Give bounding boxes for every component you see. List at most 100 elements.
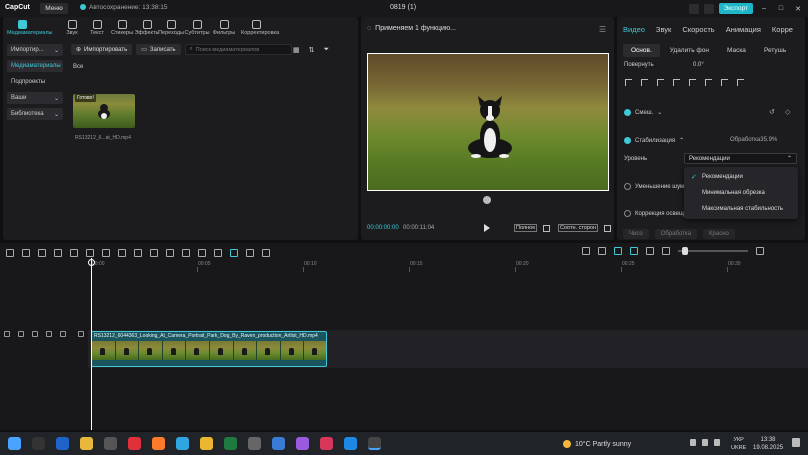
flip-v-icon[interactable] — [737, 79, 744, 86]
player-menu-icon[interactable]: ☰ — [599, 25, 606, 34]
freeze-icon[interactable] — [150, 249, 158, 257]
rotate-icon[interactable] — [182, 249, 190, 257]
snap-icon[interactable] — [630, 247, 638, 255]
opera-icon[interactable] — [128, 437, 141, 450]
split-left-icon[interactable] — [70, 249, 78, 257]
inspector-tab[interactable]: Видео — [623, 25, 645, 34]
aspect-ratio-button[interactable]: Соотн. сторон — [558, 224, 599, 232]
excel-icon[interactable] — [224, 437, 237, 450]
link-icon[interactable] — [614, 247, 622, 255]
inspector-bottom-button[interactable]: Чисо — [623, 229, 649, 239]
settings-icon[interactable] — [248, 437, 261, 450]
media-search-input[interactable]: ⌕ Поиск медиаматериалов — [184, 44, 292, 55]
undo-icon[interactable] — [22, 249, 30, 257]
full-quality-button[interactable]: Полное — [514, 224, 538, 232]
noise-reduction-row[interactable]: Уменьшение шума — [624, 183, 687, 190]
tray-app-icon[interactable] — [702, 439, 708, 446]
photos-icon[interactable] — [272, 437, 285, 450]
video-preview[interactable] — [367, 53, 609, 191]
split-right-icon[interactable] — [86, 249, 94, 257]
layout-icon[interactable] — [688, 3, 699, 14]
edge-icon[interactable] — [176, 437, 189, 450]
gallery-icon[interactable] — [296, 437, 309, 450]
notifications-icon[interactable] — [792, 438, 800, 447]
playhead[interactable] — [91, 258, 92, 430]
fullscreen-icon[interactable] — [604, 225, 611, 232]
align-left-icon[interactable] — [625, 79, 632, 86]
reset-icon[interactable]: ↺ — [769, 108, 775, 116]
reverse-icon[interactable] — [214, 249, 222, 257]
magic-icon[interactable] — [262, 249, 270, 257]
align-center-h-icon[interactable] — [641, 79, 648, 86]
store-icon[interactable] — [104, 437, 117, 450]
zoom-in-icon[interactable] — [756, 247, 764, 255]
file-explorer-icon[interactable] — [80, 437, 93, 450]
inspector-bottom-button[interactable]: Красно — [703, 229, 735, 239]
lock-icon[interactable] — [18, 331, 24, 337]
sidenav-item[interactable]: Подпроекты — [7, 76, 63, 88]
inspector-subtab[interactable]: Удалить фон — [662, 44, 717, 57]
rotate-value[interactable]: 0.0° — [693, 62, 704, 68]
ai-icon[interactable] — [198, 249, 206, 257]
timeline-clip[interactable]: RS13212_6044363_Looking_At_Camera_Portra… — [91, 331, 327, 367]
shield-icon[interactable] — [118, 249, 126, 257]
playhead-handle[interactable] — [88, 259, 95, 266]
light-checkbox[interactable] — [624, 210, 631, 217]
export-button[interactable]: Экспорт — [718, 3, 753, 14]
more-icon[interactable] — [60, 331, 66, 337]
dropdown-option[interactable]: Максимальная стабильность — [684, 202, 798, 215]
capcut-taskbar-icon[interactable] — [368, 437, 381, 450]
menu-button[interactable]: Меню — [40, 3, 68, 14]
sidenav-item[interactable]: Импортир... ⌄ — [7, 44, 63, 56]
sidenav-item[interactable]: Ваши ⌄ — [7, 92, 63, 104]
fit-icon[interactable] — [543, 225, 550, 232]
close-icon[interactable]: ✕ — [792, 5, 804, 13]
app2-icon[interactable] — [344, 437, 357, 450]
task-view-icon[interactable] — [32, 437, 45, 450]
inspector-subtab[interactable]: Маска — [719, 44, 754, 57]
tab-media[interactable]: Медиаматериалы — [7, 20, 53, 36]
play-button[interactable] — [484, 224, 490, 232]
split-icon[interactable] — [54, 249, 62, 257]
inspector-subtab[interactable]: Ретушь — [756, 44, 794, 57]
chrome-icon[interactable] — [200, 437, 213, 450]
dropdown-option[interactable]: Минимальная обрезка — [684, 186, 798, 199]
tray-chevron-icon[interactable] — [690, 439, 696, 446]
delete-icon[interactable] — [102, 249, 110, 257]
timeline-ruler[interactable]: 00:00 00:05 00:10 00:15 00:20 00:25 00:30 — [90, 261, 808, 272]
select-tool-icon[interactable] — [6, 249, 14, 257]
noise-checkbox[interactable] — [624, 183, 631, 190]
inspector-subtab[interactable]: Основ. — [623, 44, 660, 57]
cover-icon[interactable] — [4, 331, 10, 337]
mute-icon[interactable] — [46, 331, 52, 337]
blend-row[interactable]: Смеш. ⌄ — [624, 109, 662, 116]
language-indicator[interactable]: УКР UKRE — [731, 436, 746, 452]
inspector-tab[interactable]: Скорость — [682, 25, 714, 34]
dropdown-option[interactable]: ✓ Рекомендации — [684, 170, 798, 183]
level-select[interactable]: Рекомендации ⌃ — [684, 153, 797, 164]
blend-checkbox[interactable] — [624, 109, 631, 116]
align-right-icon[interactable] — [657, 79, 664, 86]
firefox-icon[interactable] — [152, 437, 165, 450]
inspector-tab[interactable]: Анимация — [726, 25, 761, 34]
tab-adjust[interactable]: Корректировка — [241, 20, 279, 36]
filter-icon[interactable]: ⏷ — [324, 46, 330, 54]
maximize-icon[interactable]: □ — [775, 5, 787, 12]
edit-cover-icon[interactable] — [78, 331, 84, 337]
light-correction-row[interactable]: Коррекция освещ — [624, 210, 684, 217]
zoom-slider-knob[interactable] — [682, 247, 688, 255]
inspector-bottom-button[interactable]: Обработка — [654, 229, 698, 239]
tab-filters[interactable]: Фильтры — [209, 20, 239, 36]
redo-icon[interactable] — [38, 249, 46, 257]
sort-icon[interactable]: ⇅ — [309, 46, 315, 54]
sidenav-item[interactable]: Библиотека ⌄ — [7, 108, 63, 120]
clock[interactable]: 13:38 19.08.2025 — [753, 436, 783, 452]
stabilize-icon[interactable] — [230, 249, 238, 257]
tab-subtitles[interactable]: Субтитры — [182, 20, 212, 36]
stabilization-checkbox[interactable] — [624, 137, 631, 144]
record-button[interactable]: ▭ Записать — [136, 44, 181, 55]
crop-icon[interactable] — [134, 249, 142, 257]
preview-axis-icon[interactable] — [646, 247, 654, 255]
minimize-icon[interactable]: – — [758, 5, 770, 12]
shortcuts-icon[interactable] — [703, 3, 714, 14]
